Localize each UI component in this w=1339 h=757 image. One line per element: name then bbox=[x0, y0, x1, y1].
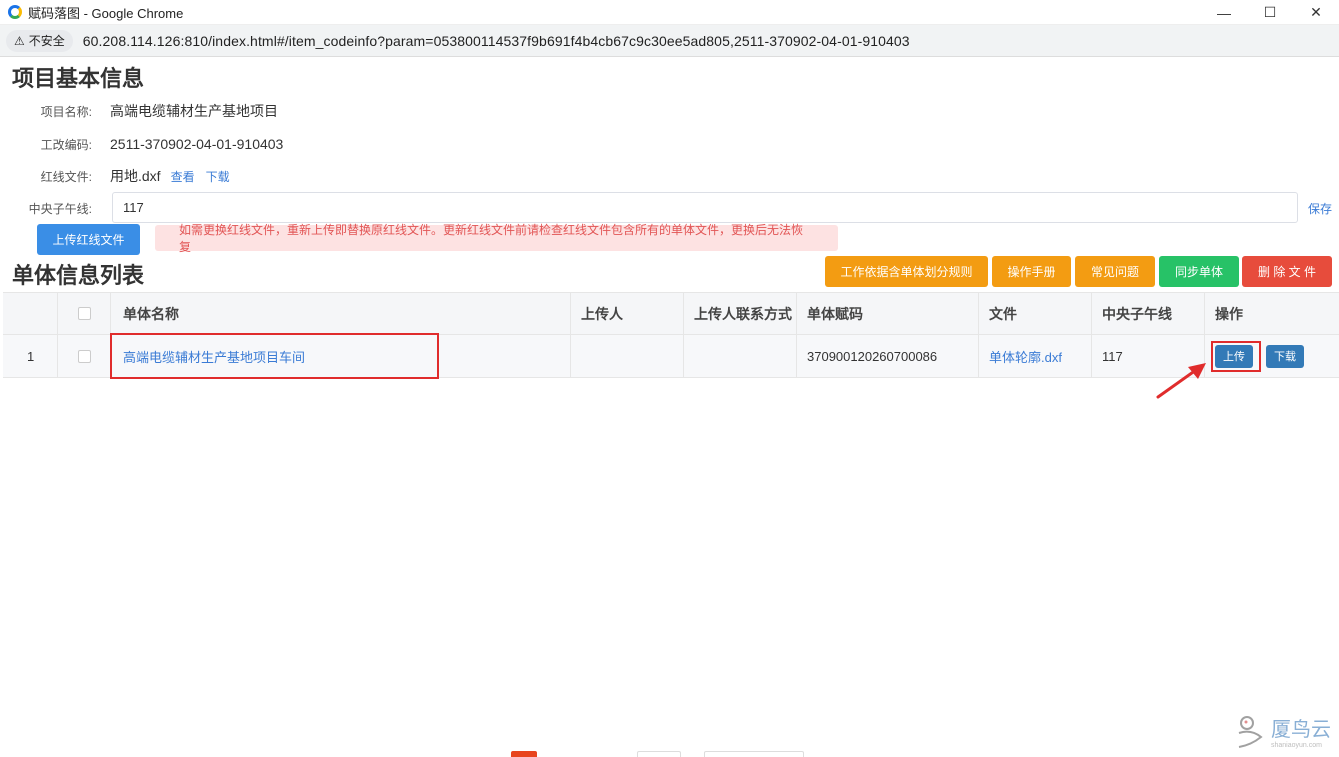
unit-name-link[interactable]: 高端电缆辅材生产基地项目车间 bbox=[123, 347, 305, 366]
bird-logo-icon bbox=[1238, 716, 1263, 748]
window-controls: — ☐ ✕ bbox=[1201, 0, 1339, 25]
pager-page-size[interactable] bbox=[637, 751, 681, 757]
warning-icon: ⚠ bbox=[14, 33, 25, 48]
manual-button[interactable]: 操作手册 bbox=[992, 256, 1071, 287]
download-redline-link[interactable]: 下载 bbox=[206, 168, 230, 185]
meridian-label: 中央子午线: bbox=[28, 201, 92, 216]
redline-file-label: 红线文件: bbox=[40, 169, 92, 184]
address-bar: ⚠ 不安全 60.208.114.126:810/index.html#/ite… bbox=[0, 25, 1339, 57]
upload-unit-button[interactable]: 上传 bbox=[1215, 344, 1253, 368]
redline-file-row: 红线文件: 用地.dxf 查看 下载 bbox=[40, 166, 230, 186]
close-icon[interactable]: ✕ bbox=[1293, 0, 1339, 25]
security-chip[interactable]: ⚠ 不安全 bbox=[6, 29, 73, 52]
save-meridian-link[interactable]: 保存 bbox=[1308, 200, 1332, 217]
table-row: 1 高端电缆辅材生产基地项目车间 370900120260700086 单体轮廓… bbox=[3, 335, 1339, 378]
window-titlebar: 赋码落图 - Google Chrome — ☐ ✕ bbox=[0, 0, 1339, 25]
sync-units-button[interactable]: 同步单体 bbox=[1159, 256, 1239, 287]
maximize-icon[interactable]: ☐ bbox=[1247, 0, 1293, 25]
redline-file-name: 用地.dxf bbox=[110, 168, 161, 184]
actions-cell: 上传 下载 bbox=[1205, 335, 1339, 377]
watermark: 厦鸟云 shaniaoyun.com bbox=[1233, 711, 1331, 751]
project-name-value: 高端电缆辅材生产基地项目 bbox=[110, 103, 278, 119]
security-label: 不安全 bbox=[28, 34, 65, 48]
project-name-row: 项目名称: 高端电缆辅材生产基地项目 bbox=[40, 101, 278, 121]
row-index: 1 bbox=[3, 335, 58, 377]
red-arrow-icon bbox=[1156, 363, 1206, 399]
col-unit-name: 单体名称 bbox=[111, 293, 571, 334]
col-unit-code: 单体赋码 bbox=[797, 293, 979, 334]
col-file: 文件 bbox=[979, 293, 1092, 334]
file-cell: 单体轮廓.dxf bbox=[979, 335, 1092, 377]
rules-button[interactable]: 工作依据含单体划分规则 bbox=[825, 256, 988, 287]
col-actions: 操作 bbox=[1215, 305, 1243, 322]
window-title: 赋码落图 - Google Chrome bbox=[28, 5, 184, 21]
minimize-icon[interactable]: — bbox=[1201, 0, 1247, 25]
unit-code-cell: 370900120260700086 bbox=[797, 335, 979, 377]
download-unit-button[interactable]: 下载 bbox=[1266, 344, 1304, 368]
pager-jump[interactable] bbox=[704, 751, 804, 757]
unit-name-cell: 高端电缆辅材生产基地项目车间 bbox=[111, 335, 571, 377]
upload-redline-button[interactable]: 上传红线文件 bbox=[37, 224, 140, 255]
unit-list-title: 单体信息列表 bbox=[12, 263, 145, 288]
faq-button[interactable]: 常见问题 bbox=[1075, 256, 1155, 287]
page-content: 项目基本信息 项目名称: 高端电缆辅材生产基地项目 工改编码: 2511-370… bbox=[0, 57, 1339, 757]
col-meridian: 中央子午线 bbox=[1092, 293, 1205, 334]
row-checkbox[interactable] bbox=[77, 349, 91, 363]
index-header bbox=[3, 293, 58, 334]
unit-file-link[interactable]: 单体轮廓.dxf bbox=[989, 347, 1062, 366]
unit-table: 单体名称 上传人 上传人联系方式 单体赋码 文件 中央子午线 操作 1 高端电缆… bbox=[3, 292, 1339, 378]
project-code-row: 工改编码: 2511-370902-04-01-910403 bbox=[40, 134, 284, 154]
chrome-app-icon bbox=[8, 5, 22, 19]
watermark-subtext: shaniaoyun.com bbox=[1271, 742, 1322, 749]
project-info-title: 项目基本信息 bbox=[12, 66, 145, 91]
col-uploader: 上传人 bbox=[571, 293, 684, 334]
project-code-label: 工改编码: bbox=[40, 137, 92, 152]
meridian-row: 中央子午线: bbox=[28, 198, 92, 218]
uploader-cell bbox=[571, 335, 684, 377]
uploader-contact-cell bbox=[684, 335, 797, 377]
table-header: 单体名称 上传人 上传人联系方式 单体赋码 文件 中央子午线 操作 bbox=[3, 293, 1339, 335]
project-code-value: 2511-370902-04-01-910403 bbox=[110, 136, 284, 152]
url-text[interactable]: 60.208.114.126:810/index.html#/item_code… bbox=[83, 33, 910, 49]
row-select-cell bbox=[58, 335, 111, 377]
select-all-cell bbox=[58, 293, 111, 334]
meridian-input[interactable]: 117 bbox=[112, 192, 1298, 223]
project-name-label: 项目名称: bbox=[40, 104, 92, 119]
select-all-checkbox[interactable] bbox=[77, 307, 91, 320]
pager-current-page[interactable] bbox=[511, 751, 537, 757]
watermark-text: 厦鸟云 bbox=[1271, 717, 1331, 741]
col-uploader-contact: 上传人联系方式 bbox=[684, 293, 797, 334]
redline-notice: 如需更换红线文件，重新上传即替换原红线文件。更新红线文件前请检查红线文件包含所有… bbox=[155, 223, 838, 254]
view-redline-link[interactable]: 查看 bbox=[171, 168, 195, 185]
delete-file-button[interactable]: 删 除 文 件 bbox=[1242, 256, 1332, 287]
